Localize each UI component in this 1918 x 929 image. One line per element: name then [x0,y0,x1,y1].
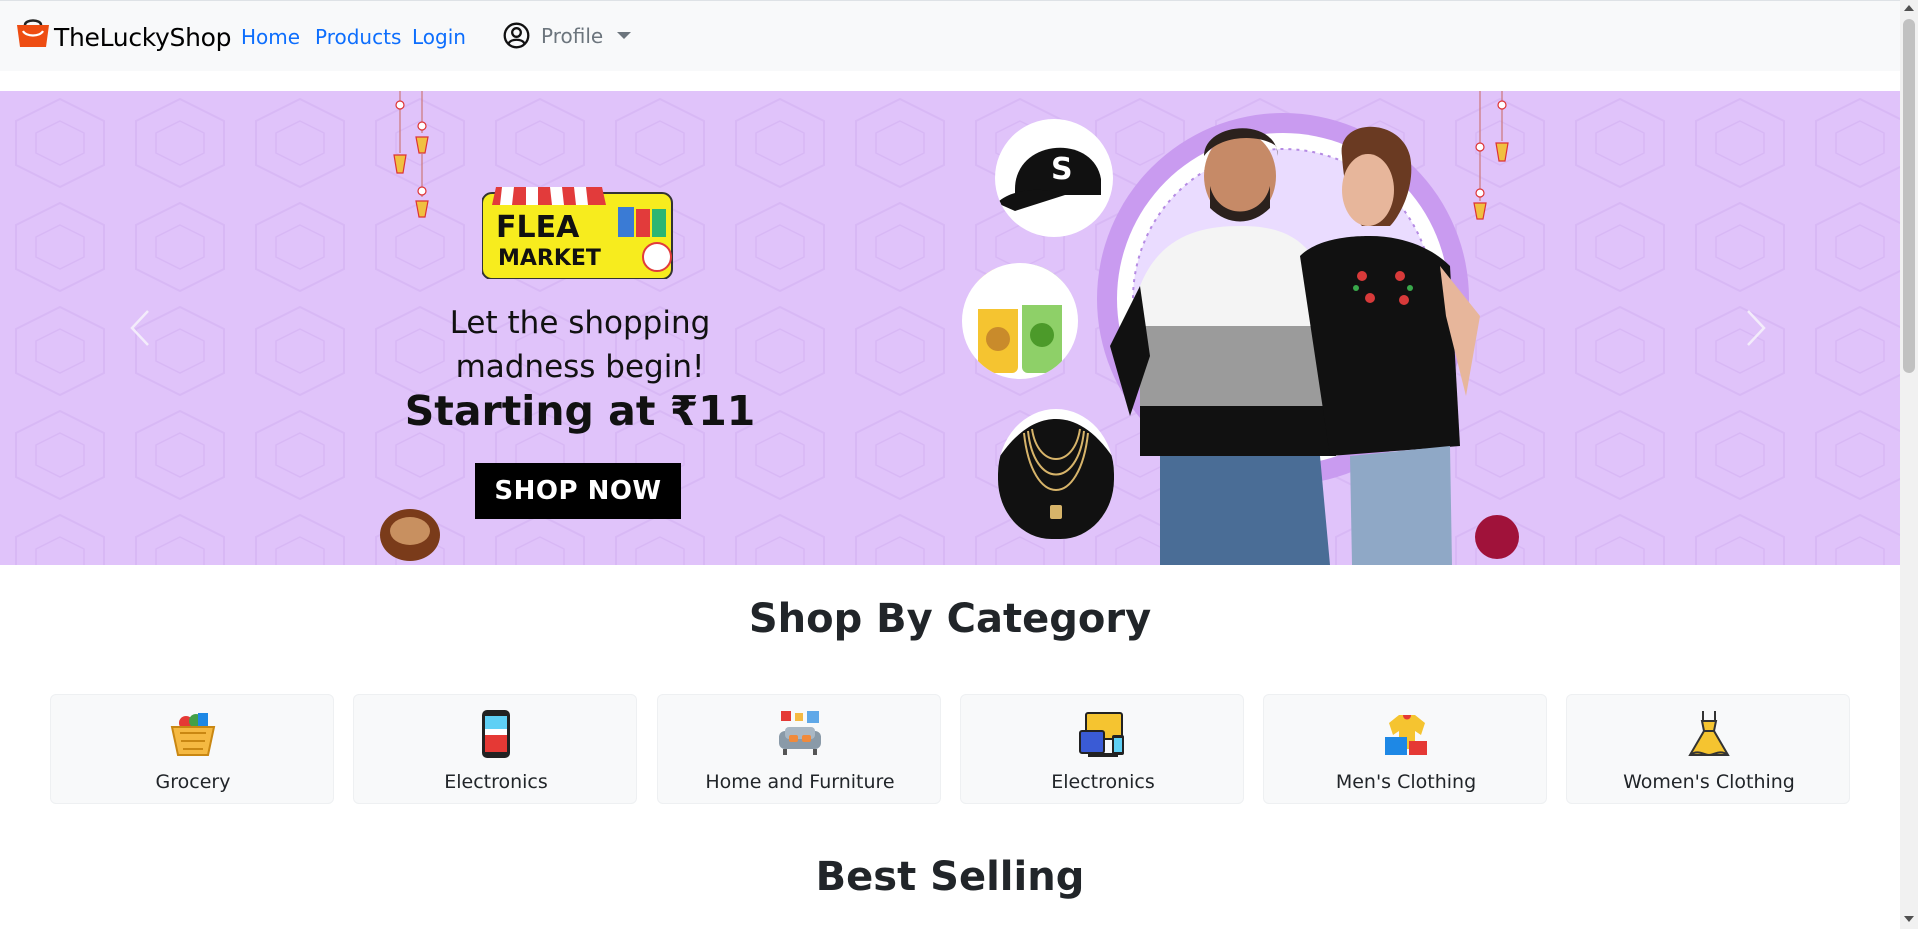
category-card-home-furniture[interactable]: Home and Furniture [657,694,941,804]
page-scrollbar[interactable] [1900,0,1918,929]
category-card-electronics-2[interactable]: Electronics [960,694,1244,804]
category-list: Grocery Electronics Home and Furniture E… [50,694,1850,804]
brand-link[interactable]: TheLuckyShop [14,19,232,55]
chevron-left-icon [130,310,149,346]
logo-text-flea: FLEA [496,210,580,245]
tagline-line-2: madness begin! [455,349,705,385]
category-label: Grocery [155,771,231,793]
shop-now-button[interactable]: SHOP NOW [475,463,681,519]
category-card-electronics[interactable]: Electronics [353,694,637,804]
user-circle-icon [503,22,530,49]
category-card-grocery[interactable]: Grocery [50,694,334,804]
grocery-basket-icon [170,713,216,756]
carousel-next-button[interactable] [1696,91,1816,565]
nav-home-link[interactable]: Home [241,25,300,49]
scroll-up-arrow-icon[interactable] [1904,5,1914,11]
devices-icon [1079,712,1124,757]
banner-tagline: Let the shopping madness begin! [380,301,780,389]
necklace-product-image [998,409,1114,539]
brand-name: TheLuckyShop [54,22,232,52]
flea-market-logo: FLEA MARKET [481,187,676,280]
flea-market-logo-art: FLEA MARKET [481,187,673,280]
dress-icon [1688,711,1730,757]
category-card-mens-clothing[interactable]: Men's Clothing [1263,694,1547,804]
category-card-womens-clothing[interactable]: Women's Clothing [1566,694,1850,804]
category-label: Women's Clothing [1623,771,1795,793]
banner-pattern [0,91,1900,565]
shop-now-label: SHOP NOW [494,476,662,506]
sofa-icon [779,711,821,755]
banner-price-line: Starting at ₹11 [404,387,756,435]
navbar: TheLuckyShop Home Products Login Profile [0,0,1900,71]
mens-clothing-icon [1385,715,1427,755]
scrollbar-thumb[interactable] [1903,19,1915,373]
chevron-down-icon [617,32,632,39]
shopping-bag-logo-icon [17,19,49,47]
category-label: Electronics [444,771,548,793]
fashion-models-image [1110,126,1480,565]
face-wash-icon [978,265,1062,373]
profile-label: Profile [541,23,604,48]
nav-login-link[interactable]: Login [412,25,466,49]
cap-product-image: S [995,119,1113,237]
category-label: Home and Furniture [705,771,895,793]
smartphone-icon [482,710,510,758]
category-label: Men's Clothing [1335,771,1477,793]
face-wash-product-image [962,263,1078,379]
category-label: Electronics [1051,771,1155,793]
page: TheLuckyShop Home Products Login Profile [0,0,1900,929]
cap-icon: S [997,147,1101,211]
scroll-down-arrow-icon[interactable] [1904,916,1914,922]
cap-letter: S [1051,152,1073,187]
tagline-line-1: Let the shopping [449,305,711,341]
carousel-prev-button[interactable] [80,91,200,565]
best-selling-heading: Best Selling [815,854,1085,900]
chevron-right-icon [1747,310,1766,346]
shop-by-category-heading: Shop By Category [748,596,1152,642]
necklace-icon [998,419,1114,539]
nav-products-link[interactable]: Products [315,25,401,49]
profile-dropdown[interactable]: Profile [503,22,632,49]
promo-carousel[interactable]: FLEA MARKET Let the shopping madness beg… [0,91,1900,565]
logo-text-market: MARKET [498,246,601,271]
